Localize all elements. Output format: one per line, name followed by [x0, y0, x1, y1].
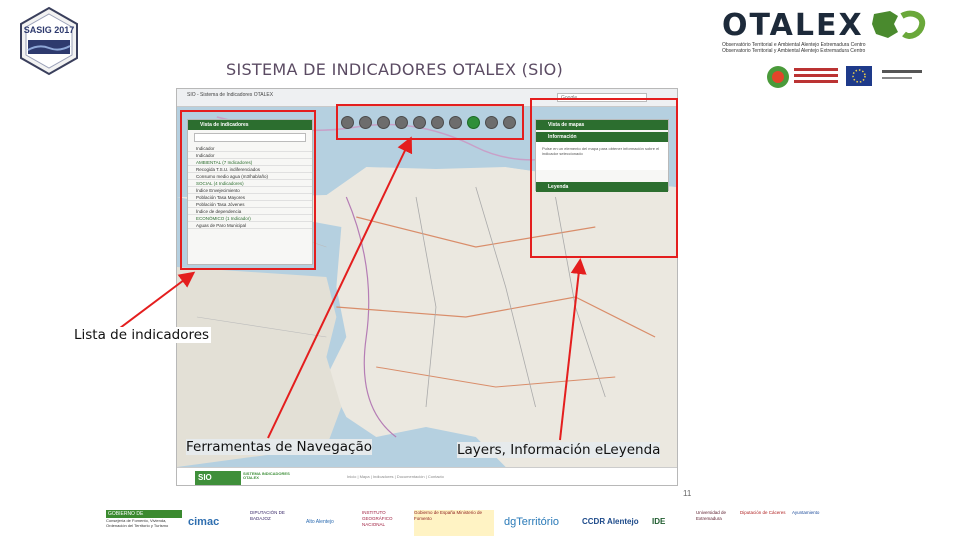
callout-indicadores: Lista de indicadores — [72, 327, 212, 343]
sponsor-ide: IDE — [652, 517, 666, 526]
slide-title: SISTEMA DE INDICADORES OTALEX (SIO) — [226, 60, 564, 79]
callout-layers: Layers, Información eLeyenda — [457, 442, 661, 458]
sponsor-caption: Consejería de Fomento, Vivienda, Ordenac… — [106, 518, 169, 528]
sasig-badge-logo: SASIG 2017 — [20, 6, 78, 76]
iberia-map-icon — [872, 10, 926, 39]
sponsor-junta-extremadura: GOBIERNO DE EXTREMADURA Consejería de Fo… — [106, 510, 182, 536]
sponsor-ign: INSTITUTO GEOGRÁFICO NACIONAL — [362, 510, 393, 527]
callout-navegacao: Ferramentas de Navegação — [186, 439, 373, 455]
toolbar-highlight — [336, 104, 524, 140]
sponsor-ayuntamiento: Ayuntamiento — [792, 510, 820, 515]
otalex-subtitle: Observatório Territorial e Ambiental Ale… — [722, 42, 866, 54]
sponsor-name: GOBIERNO DE EXTREMADURA — [106, 510, 182, 525]
sponsor-ccdr-alentejo: CCDR Alentejo — [582, 517, 639, 526]
sponsor-gobierno-espana: Gobierno de España Ministerio de Fomento — [414, 510, 494, 536]
sponsor-uex: Universidad de Extremadura — [696, 510, 727, 521]
slide: SASIG 2017 SISTEMA DE INDICADORES OTALEX… — [0, 0, 960, 540]
sio-caption: SISTEMA INDICADORES OTALEX — [243, 471, 290, 480]
otalex-wordmark: OTALEX — [722, 8, 864, 43]
otalex-subtitle-es: Observatorio Territorial y Ambiental Ale… — [722, 48, 866, 54]
sponsor-logos: GOBIERNO DE EXTREMADURA Consejería de Fo… — [100, 508, 930, 540]
page-number: 11 — [683, 489, 692, 498]
sponsor-cimac: cimac — [188, 516, 220, 528]
sponsor-diputacion-badajoz: DIPUTACIÓN DE BADAJOZ — [250, 510, 285, 521]
layers-highlight — [530, 98, 678, 258]
footer-links[interactable]: Inicio | Mapa | Indicadores | Documentac… — [347, 474, 444, 479]
browser-tab[interactable]: SIO - Sistema de Indicadores OTALEX — [187, 92, 273, 98]
otalex-logo: OTALEX Observatório Territorial e Ambien… — [722, 8, 932, 54]
sponsor-dgterritorio: dgTerritório — [504, 516, 560, 528]
sponsor-diputacion-caceres: Diputación de Cáceres — [740, 510, 786, 515]
badge-text: SASIG 2017 — [24, 25, 75, 35]
poctep-partner-logos — [767, 66, 922, 88]
app-footer: SIO SISTEMA INDICADORES OTALEX Inicio | … — [177, 467, 677, 485]
sio-logo: SIO — [195, 471, 241, 485]
indicators-highlight — [180, 110, 316, 270]
sponsor-alto-alentejo: Alto Alentejo — [306, 519, 334, 525]
